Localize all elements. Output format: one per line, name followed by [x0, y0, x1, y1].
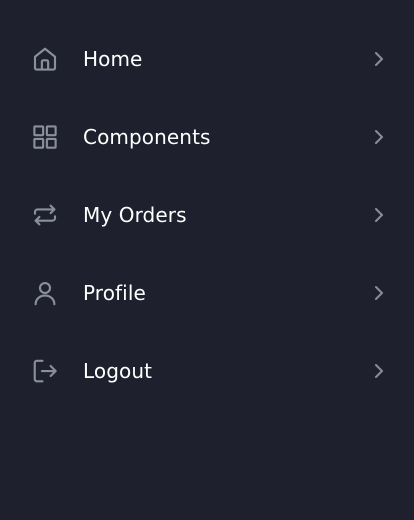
- side-menu: Home Components My Orders Profile Logout: [0, 0, 414, 520]
- menu-item-label: Home: [83, 47, 143, 71]
- menu-item-label: My Orders: [83, 203, 187, 227]
- menu-item-label: Components: [83, 125, 211, 149]
- chevron-right-icon: [372, 127, 386, 147]
- menu-item-my-orders[interactable]: My Orders: [0, 176, 414, 254]
- logout-icon: [30, 356, 60, 386]
- menu-item-components[interactable]: Components: [0, 98, 414, 176]
- menu-item-profile[interactable]: Profile: [0, 254, 414, 332]
- home-icon: [30, 44, 60, 74]
- menu-item-home[interactable]: Home: [0, 20, 414, 98]
- user-icon: [30, 278, 60, 308]
- grid-icon: [30, 122, 60, 152]
- chevron-right-icon: [372, 49, 386, 69]
- menu-item-logout[interactable]: Logout: [0, 332, 414, 410]
- chevron-right-icon: [372, 205, 386, 225]
- chevron-right-icon: [372, 361, 386, 381]
- menu-item-label: Profile: [83, 281, 146, 305]
- repeat-icon: [30, 200, 60, 230]
- menu-item-label: Logout: [83, 359, 153, 383]
- chevron-right-icon: [372, 283, 386, 303]
